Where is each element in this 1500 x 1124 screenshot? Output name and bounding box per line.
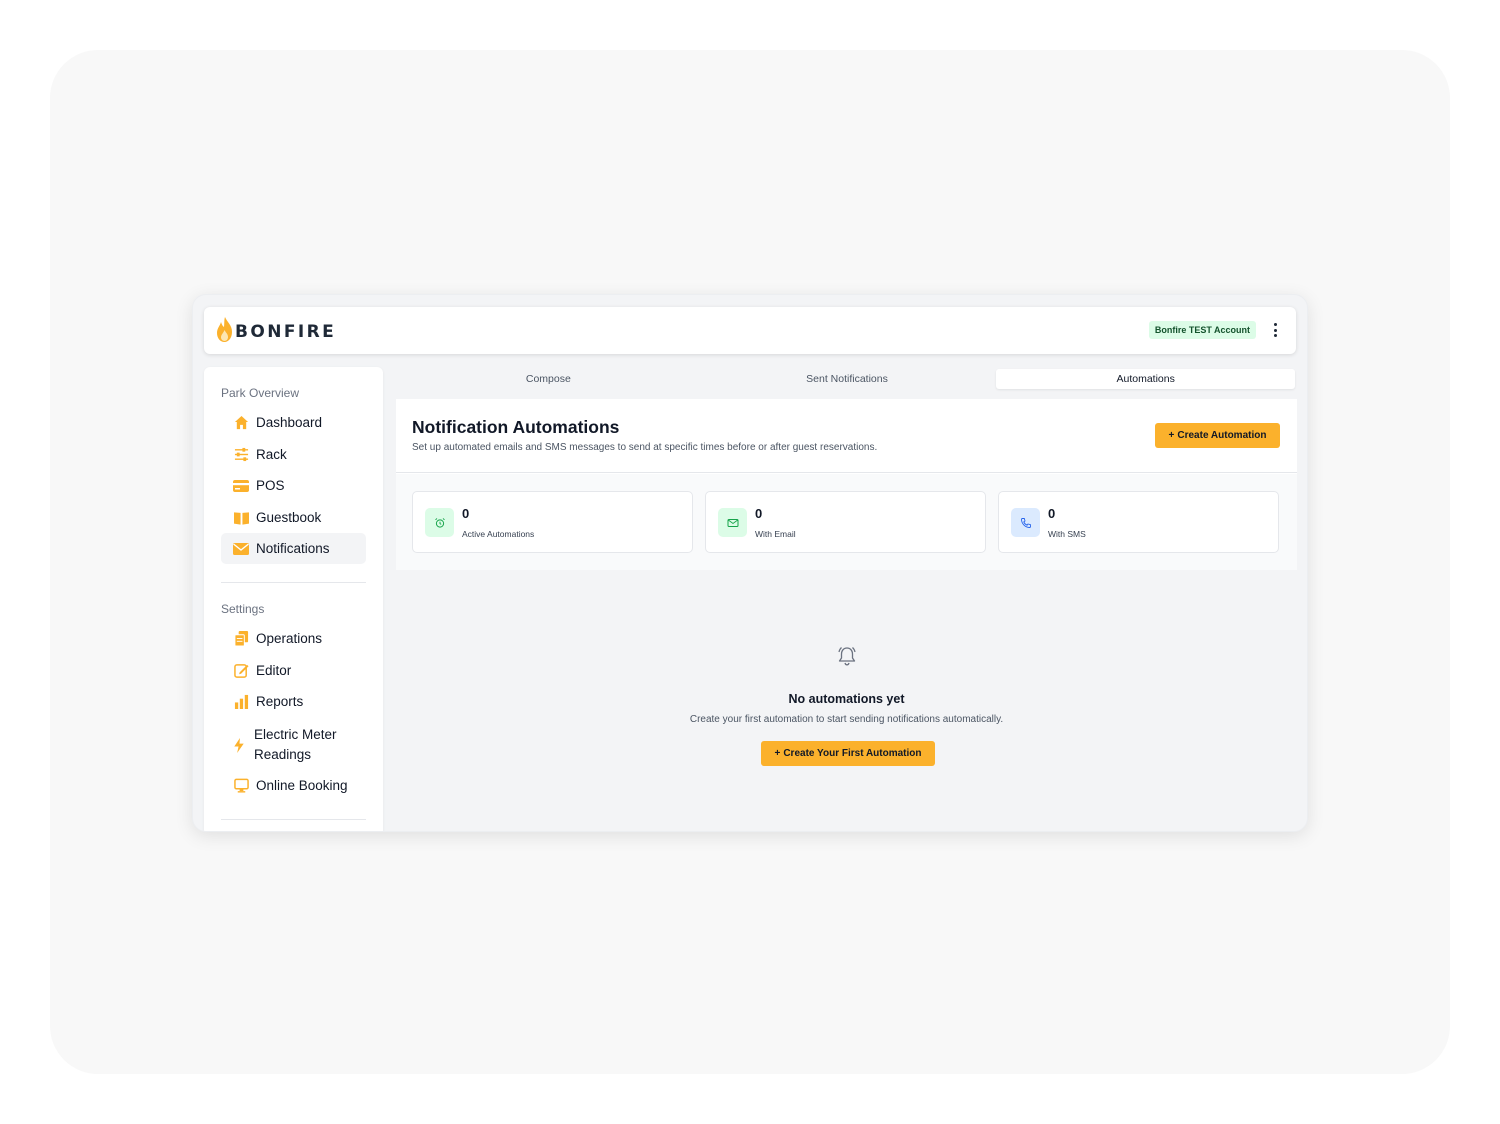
documents-icon [233,631,249,647]
create-automation-button[interactable]: + Create Automation [1155,423,1280,448]
create-first-automation-label: Create Your First Automation [783,748,922,759]
alarm-clock-icon [425,508,454,537]
sidebar-item-guestbook[interactable]: Guestbook [221,502,366,533]
sidebar-divider [221,819,366,820]
bonfire-logo[interactable]: BONFIRE [216,317,336,347]
sidebar-item-electric-meter-readings[interactable]: Electric Meter Readings [221,724,366,766]
phone-icon [1011,508,1040,537]
sidebar-item-label: Editor [256,663,292,678]
sidebar: Park Overview Dashboard Rack POS Guestbo… [204,367,383,831]
sidebar-item-label: Online Booking [256,778,348,793]
edit-icon [233,663,249,679]
stat-value: 0 [755,506,763,521]
sidebar-divider [221,582,366,583]
credit-card-icon [233,478,249,494]
book-icon [233,510,249,526]
empty-state-subtitle: Create your first automation to start se… [689,714,1004,725]
sidebar-item-dashboard[interactable]: Dashboard [221,407,366,438]
top-bar: BONFIRE Bonfire TEST Account [204,307,1296,354]
lightning-icon [231,737,247,753]
account-badge[interactable]: Bonfire TEST Account [1148,321,1256,339]
tab-sent-notifications[interactable]: Sent Notifications [698,369,997,389]
mail-icon [718,508,747,537]
bell-icon [836,645,858,672]
tab-compose[interactable]: Compose [399,369,698,389]
sidebar-item-editor[interactable]: Editor [221,655,366,686]
bar-chart-icon [233,694,249,710]
stat-label: Active Automations [462,529,535,539]
tab-bar: Compose Sent Notifications Automations [399,369,1296,389]
stat-label: With Email [755,529,796,539]
envelope-icon [233,541,249,557]
stats-row: 0 Active Automations 0 With Email 0 With… [396,474,1297,570]
create-automation-label: Create Automation [1177,430,1267,441]
stat-card-with-sms: 0 With SMS [998,491,1279,553]
sidebar-section-settings: Settings [221,602,265,616]
kebab-menu-icon[interactable] [1268,321,1282,339]
sidebar-item-notifications[interactable]: Notifications [221,533,366,564]
empty-state-title: No automations yet [788,692,905,706]
sidebar-item-pos[interactable]: POS [221,470,366,501]
stat-card-active-automations: 0 Active Automations [412,491,693,553]
sidebar-section-park-overview: Park Overview [221,386,300,400]
sidebar-item-label: Rack [256,447,287,462]
sliders-icon [233,447,249,463]
sidebar-item-label: POS [256,478,285,493]
panel-header: Notification Automations Set up automate… [396,399,1297,473]
sidebar-item-label: Notifications [256,541,330,556]
monitor-icon [233,778,249,794]
stat-value: 0 [1048,506,1056,521]
page-title: Notification Automations [412,417,620,437]
create-first-automation-button[interactable]: + Create Your First Automation [761,741,935,766]
stat-value: 0 [462,506,470,521]
sidebar-item-label: Electric Meter Readings [254,727,337,762]
sidebar-item-label: Operations [256,631,323,646]
tab-automations[interactable]: Automations [996,369,1296,389]
app-window: BONFIRE Bonfire TEST Account Park Overvi… [192,294,1308,832]
sidebar-item-operations[interactable]: Operations [221,623,366,654]
stat-label: With SMS [1048,529,1086,539]
sidebar-item-reports[interactable]: Reports [221,686,366,717]
empty-state: No automations yet Create your first aut… [396,585,1297,785]
page-subtitle: Set up automated emails and SMS messages… [412,442,878,453]
sidebar-item-label: Guestbook [256,510,322,525]
plus-icon: + [774,748,781,759]
flame-icon [216,317,233,347]
stat-card-with-email: 0 With Email [705,491,986,553]
sidebar-item-label: Dashboard [256,415,323,430]
sidebar-item-label: Reports [256,694,304,709]
sidebar-item-rack[interactable]: Rack [221,439,366,470]
logo-text: BONFIRE [235,322,337,342]
automations-panel: Notification Automations Set up automate… [396,399,1297,570]
home-icon [233,415,249,431]
plus-icon: + [1168,430,1175,441]
sidebar-item-online-booking[interactable]: Online Booking [221,770,366,801]
